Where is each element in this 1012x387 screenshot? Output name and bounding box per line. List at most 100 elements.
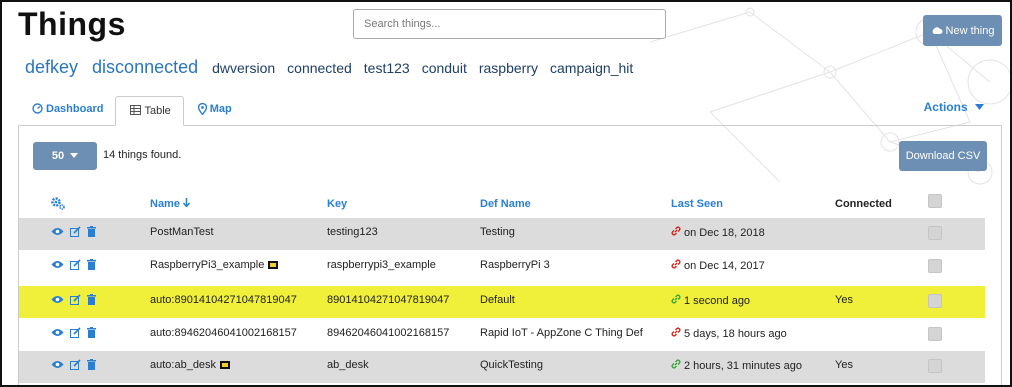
tag-raspberry[interactable]: raspberry <box>479 60 538 76</box>
row-checkbox[interactable] <box>928 294 942 308</box>
tag-disconnected[interactable]: disconnected <box>92 57 198 78</box>
tag-filter-bar: defkey disconnected dwversion connected … <box>25 57 645 78</box>
search-input[interactable] <box>353 9 666 39</box>
table-row[interactable]: auto:ab_desk ab_desk QuickTesting 2 hour… <box>19 351 985 383</box>
row-actions <box>51 359 96 370</box>
row-last-seen: 2 hours, 31 minutes ago <box>671 359 802 372</box>
row-actions <box>51 226 96 237</box>
row-name[interactable]: auto:89462046041002168157 <box>150 327 297 339</box>
edit-icon[interactable] <box>70 226 81 237</box>
tab-map-label: Map <box>209 103 232 115</box>
delete-trash-icon[interactable] <box>87 226 96 237</box>
map-marker-icon <box>197 103 207 115</box>
results-count: 14 things found. <box>103 149 182 161</box>
row-key: ab_desk <box>327 359 369 371</box>
row-last-seen-text: on Dec 18, 2018 <box>684 227 765 239</box>
things-table-panel: 50 14 things found. Download CSV Name Ke… <box>18 125 1002 385</box>
select-all-checkbox[interactable] <box>928 194 942 208</box>
row-def-name: Rapid IoT - AppZone C Thing Def <box>480 327 643 339</box>
row-last-seen: on Dec 14, 2017 <box>671 259 765 272</box>
row-checkbox[interactable] <box>928 359 942 373</box>
link-icon <box>671 294 681 304</box>
tag-dwversion[interactable]: dwversion <box>212 60 275 76</box>
view-eye-icon[interactable] <box>51 360 64 369</box>
tag-test123[interactable]: test123 <box>364 60 410 76</box>
row-checkbox[interactable] <box>928 226 942 240</box>
caret-down-icon <box>975 104 984 110</box>
edit-icon[interactable] <box>70 294 81 305</box>
row-name[interactable]: auto:ab_desk <box>150 359 231 371</box>
column-name-label: Name <box>150 198 180 210</box>
row-name[interactable]: PostManTest <box>150 226 214 238</box>
column-name-header[interactable]: Name <box>150 198 191 210</box>
row-key: raspberrypi3_example <box>327 259 436 271</box>
dashboard-icon <box>32 103 43 114</box>
row-last-seen-text: 1 second ago <box>684 295 751 307</box>
view-eye-icon[interactable] <box>51 295 64 304</box>
actions-label: Actions <box>923 100 968 114</box>
column-last-seen-header[interactable]: Last Seen <box>671 198 723 210</box>
row-actions <box>51 327 96 338</box>
row-key: 89014104271047819047 <box>327 294 450 306</box>
edit-icon[interactable] <box>70 259 81 270</box>
row-def-name: QuickTesting <box>480 359 543 371</box>
row-name[interactable]: auto:89014104271047819047 <box>150 294 297 306</box>
tab-map[interactable]: Map <box>184 96 244 126</box>
delete-trash-icon[interactable] <box>87 327 96 338</box>
delete-trash-icon[interactable] <box>87 359 96 370</box>
settings-cogs-icon[interactable] <box>51 197 65 210</box>
column-connected-header: Connected <box>835 198 892 210</box>
delete-trash-icon[interactable] <box>87 259 96 270</box>
column-key-header[interactable]: Key <box>327 198 347 210</box>
row-def-name: RaspberryPi 3 <box>480 259 550 271</box>
row-connected: Yes <box>835 359 853 371</box>
broken-link-icon <box>671 259 681 269</box>
link-icon <box>671 359 681 369</box>
edit-icon[interactable] <box>70 327 81 338</box>
row-checkbox[interactable] <box>928 327 942 341</box>
row-last-seen: 1 second ago <box>671 294 750 307</box>
row-key: testing123 <box>327 226 378 238</box>
row-name-text: PostManTest <box>150 226 214 238</box>
row-last-seen: on Dec 18, 2018 <box>671 226 765 239</box>
view-eye-icon[interactable] <box>51 328 64 337</box>
tag-campaign-hit[interactable]: campaign_hit <box>550 60 633 76</box>
table-header: Name Key Def Name Last Seen Connected <box>19 194 1001 216</box>
row-key: 89462046041002168157 <box>327 327 450 339</box>
actions-menu[interactable]: Actions <box>924 100 984 114</box>
row-last-seen: 5 days, 18 hours ago <box>671 327 787 340</box>
tag-conduit[interactable]: conduit <box>422 60 467 76</box>
tag-connected[interactable]: connected <box>287 60 352 76</box>
row-name-text: auto:89462046041002168157 <box>150 327 297 339</box>
table-row[interactable]: PostManTest testing123 Testing on Dec 18… <box>19 218 985 250</box>
view-eye-icon[interactable] <box>51 227 64 236</box>
row-name-text: auto:ab_desk <box>150 359 217 371</box>
row-last-seen-text: on Dec 14, 2017 <box>684 260 765 272</box>
view-eye-icon[interactable] <box>51 260 64 269</box>
device-badge-icon <box>220 361 231 370</box>
page-title: Things <box>18 6 126 42</box>
table-row[interactable]: auto:89014104271047819047 89014104271047… <box>19 286 985 318</box>
row-actions <box>51 294 96 305</box>
download-csv-button[interactable]: Download CSV <box>899 141 987 171</box>
row-checkbox[interactable] <box>928 259 942 273</box>
table-row[interactable]: auto:89462046041002168157 89462046041002… <box>19 319 985 351</box>
sort-down-arrow-icon <box>182 198 191 208</box>
tag-defkey[interactable]: defkey <box>25 57 78 78</box>
row-def-name: Default <box>480 294 515 306</box>
edit-icon[interactable] <box>70 359 81 370</box>
row-last-seen-text: 2 hours, 31 minutes ago <box>684 360 803 372</box>
caret-down-icon <box>70 153 79 158</box>
new-thing-label: New thing <box>945 24 995 37</box>
row-last-seen-text: 5 days, 18 hours ago <box>684 328 787 340</box>
row-name[interactable]: RaspberryPi3_example <box>150 259 279 271</box>
page-size-select[interactable]: 50 <box>33 142 97 170</box>
tab-dashboard-label: Dashboard <box>46 103 104 115</box>
new-thing-button[interactable]: New thing <box>923 15 1002 46</box>
tab-table-label: Table <box>144 105 171 117</box>
column-def-name-header[interactable]: Def Name <box>480 198 531 210</box>
delete-trash-icon[interactable] <box>87 294 96 305</box>
tab-table[interactable]: Table <box>115 96 184 126</box>
table-row[interactable]: RaspberryPi3_example raspberrypi3_exampl… <box>19 251 985 283</box>
tab-dashboard[interactable]: Dashboard <box>18 96 115 126</box>
